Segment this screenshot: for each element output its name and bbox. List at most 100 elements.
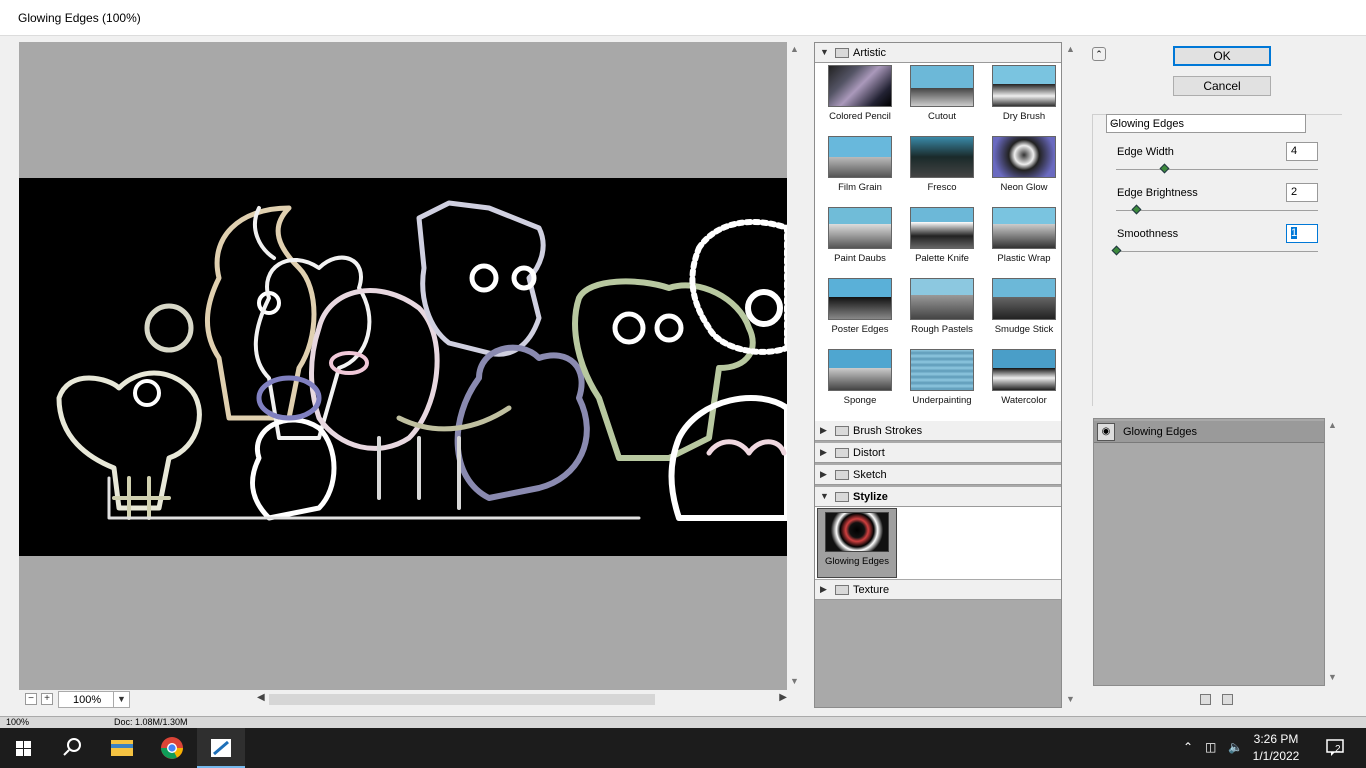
filter-preview (992, 65, 1056, 107)
scroll-right-icon[interactable]: ▶ (779, 692, 787, 703)
filter-thumb[interactable]: Underpainting (905, 347, 977, 417)
dialog-title-bar: Glowing Edges (100%) (0, 0, 1366, 36)
scroll-up-icon[interactable]: ▲ (790, 44, 799, 54)
filter-preview (825, 512, 889, 552)
preview-vertical-scrollbar[interactable]: ▲ ▼ (788, 42, 802, 690)
filter-preview (992, 349, 1056, 391)
filter-thumb[interactable]: Fresco (905, 134, 977, 204)
collapse-gallery-button[interactable]: ⌃ (1092, 47, 1106, 61)
scroll-down-icon[interactable]: ▼ (790, 676, 799, 686)
filter-preview (828, 65, 892, 107)
category-sketch[interactable]: ▶ Sketch (815, 465, 1061, 485)
category-stylize[interactable]: ▼ Stylize (815, 487, 1061, 507)
edge-brightness-slider[interactable] (1116, 210, 1318, 211)
filter-thumb[interactable]: Watercolor (987, 347, 1059, 417)
filter-thumb[interactable]: Palette Knife (905, 205, 977, 275)
filter-label: Plastic Wrap (997, 253, 1051, 264)
app-icon-active[interactable] (197, 728, 245, 768)
filter-label: Dry Brush (1002, 111, 1046, 122)
layers-scrollbar[interactable]: ▲ ▼ (1325, 418, 1339, 686)
chrome-icon[interactable] (148, 728, 196, 768)
scroll-up-icon[interactable]: ▲ (1328, 420, 1337, 430)
scrollbar-thumb[interactable] (269, 694, 655, 705)
dialog-title: Glowing Edges (100%) (18, 11, 141, 25)
clock-time: 3:26 PM (1253, 732, 1299, 746)
triangle-down-icon: ▼ (820, 491, 829, 501)
category-distort[interactable]: ▶ Distort (815, 443, 1061, 463)
status-bar: 100% Doc: 1.08M/1.30M (0, 716, 1366, 728)
search-icon[interactable] (48, 728, 96, 768)
eye-icon[interactable]: ◉ (1097, 423, 1115, 441)
preview-horizontal-scrollbar[interactable]: ◀ ▶ (255, 692, 787, 707)
gallery-scrollbar[interactable]: ▲ ▼ (1063, 42, 1077, 708)
trash-icon[interactable] (1222, 694, 1233, 705)
filter-preview (828, 136, 892, 178)
filter-select[interactable]: Glowing Edges ⌄ (1106, 114, 1306, 133)
taskbar-clock[interactable]: 3:26 PM 1/1/2022 (1252, 731, 1300, 765)
filter-label: Sponge (843, 395, 877, 406)
file-explorer-icon[interactable] (98, 728, 146, 768)
filter-thumb[interactable]: Smudge Stick (987, 276, 1059, 346)
folder-icon (835, 48, 849, 58)
filter-label: Fresco (927, 182, 957, 193)
filter-thumb[interactable]: Dry Brush (987, 63, 1059, 133)
filter-label: Poster Edges (831, 324, 889, 335)
edge-width-slider[interactable] (1116, 169, 1318, 170)
smoothness-label: Smoothness (1117, 228, 1179, 240)
scroll-up-icon[interactable]: ▲ (1066, 44, 1075, 54)
filter-thumb-selected[interactable]: Glowing Edges (817, 508, 897, 578)
category-label: Stylize (853, 491, 888, 503)
category-brush-strokes[interactable]: ▶ Brush Strokes (815, 421, 1061, 441)
volume-muted-icon[interactable]: 🔈 (1228, 740, 1243, 754)
filter-preview (910, 65, 974, 107)
scroll-down-icon[interactable]: ▼ (1328, 672, 1337, 682)
filter-preview (910, 207, 974, 249)
category-artistic[interactable]: ▼ Artistic (815, 43, 1061, 63)
windows-start-icon[interactable] (0, 728, 48, 768)
triangle-down-icon: ▼ (820, 47, 829, 57)
folder-icon (835, 585, 849, 595)
scroll-down-icon[interactable]: ▼ (1066, 694, 1075, 704)
filter-preview (828, 349, 892, 391)
filter-thumb[interactable]: Plastic Wrap (987, 205, 1059, 275)
filter-gallery: ▼ Artistic Colored Pencil Cutout Dry Bru… (814, 42, 1062, 708)
glowing-edges-artwork (56, 200, 787, 521)
filter-thumb[interactable]: Sponge (823, 347, 895, 417)
category-label: Texture (853, 584, 890, 596)
filter-thumb[interactable]: Rough Pastels (905, 276, 977, 346)
preview-image (19, 178, 787, 556)
folder-icon (835, 448, 849, 458)
filter-label: Paint Daubs (834, 253, 886, 264)
smoothness-input[interactable]: 1 (1286, 224, 1318, 243)
cancel-button[interactable]: Cancel (1173, 76, 1271, 96)
filter-thumb[interactable]: Poster Edges (823, 276, 895, 346)
zoom-out-button[interactable]: − (25, 693, 37, 705)
effect-layer-row[interactable]: ◉ Glowing Edges (1094, 421, 1324, 443)
filter-thumb[interactable]: Cutout (905, 63, 977, 133)
notifications-icon[interactable]: 2 (1324, 736, 1348, 760)
filter-thumb[interactable]: Neon Glow (987, 134, 1059, 204)
filter-label: Watercolor (1001, 395, 1047, 406)
zoom-in-button[interactable]: + (41, 693, 53, 705)
filter-label: Glowing Edges (825, 556, 889, 567)
filter-preview (992, 207, 1056, 249)
edge-width-input[interactable]: 4 (1286, 142, 1318, 161)
category-label: Distort (853, 447, 885, 459)
effect-layer-label: Glowing Edges (1123, 426, 1197, 438)
network-icon[interactable]: ◫ (1205, 740, 1216, 754)
filter-preview (828, 278, 892, 320)
smoothness-slider[interactable] (1116, 251, 1318, 252)
edge-width-label: Edge Width (1117, 146, 1174, 158)
new-layer-icon[interactable] (1200, 694, 1211, 705)
filter-thumb[interactable]: Film Grain (823, 134, 895, 204)
filter-thumb[interactable]: Colored Pencil (823, 63, 895, 133)
edge-brightness-input[interactable]: 2 (1286, 183, 1318, 202)
filter-label: Colored Pencil (829, 111, 891, 122)
filter-thumb[interactable]: Paint Daubs (823, 205, 895, 275)
chevron-up-icon[interactable]: ⌃ (1183, 740, 1193, 754)
ok-button[interactable]: OK (1173, 46, 1271, 66)
scroll-left-icon[interactable]: ◀ (257, 692, 265, 703)
preview-canvas[interactable] (19, 42, 787, 690)
zoom-level-select[interactable]: 100% ▼ (58, 691, 130, 708)
category-texture[interactable]: ▶ Texture (815, 580, 1061, 600)
